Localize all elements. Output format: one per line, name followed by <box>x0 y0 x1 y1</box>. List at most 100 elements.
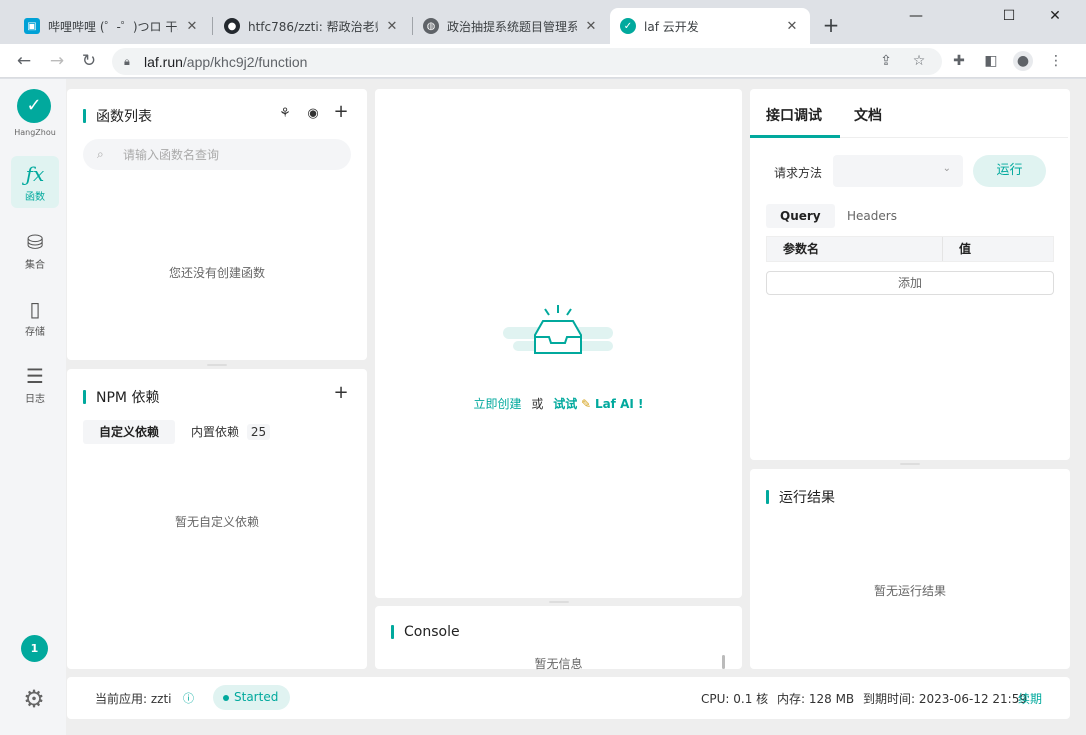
forward-icon[interactable]: → <box>45 49 69 73</box>
reload-icon[interactable]: ↻ <box>77 49 101 73</box>
laf-ai-link[interactable]: Laf AI ! <box>595 397 644 411</box>
ai-bot-icon[interactable]: ◉ <box>304 105 322 123</box>
back-icon[interactable]: ← <box>12 49 36 73</box>
tab-custom-deps[interactable]: 自定义依赖 <box>83 420 176 444</box>
resize-handle[interactable] <box>900 463 920 465</box>
add-function-icon[interactable]: + <box>332 103 350 121</box>
laf-app: ✓ HangZhou ƒx 函数 ⛁ 集合 ▯ 存储 ☰ 日志 1 ⚙ 函数列表 <box>0 79 1086 735</box>
console-scrollbar[interactable] <box>722 655 725 669</box>
function-search[interactable]: ⌕ <box>83 139 351 170</box>
database-icon: ⛁ <box>26 230 44 254</box>
browser-tab-zzti[interactable]: ◍ 政治抽提系统题目管理系统 ✕ <box>413 8 609 44</box>
address-bar[interactable]: 🔒︎ laf.run/app/khc9j2/function <box>112 48 942 75</box>
col-param-value: 值 <box>959 242 972 256</box>
url-host: laf.run <box>144 53 183 70</box>
close-tab-icon[interactable]: ✕ <box>184 19 200 34</box>
close-tab-icon[interactable]: ✕ <box>384 19 400 34</box>
current-app: 当前应用: zzti <box>95 692 172 706</box>
tab-docs[interactable]: 文档 <box>854 105 882 125</box>
debug-panel: 接口调试 文档 请求方法 ⌄ 运行 Query Headers 参数名 值 添加 <box>750 89 1070 465</box>
console-empty: 暂无信息 <box>534 657 583 671</box>
profile-icon[interactable]: ● <box>1013 51 1033 71</box>
active-tab-underline <box>750 135 840 138</box>
editor-panel: 立即创建 或 试试 ✎ Laf AI ! <box>375 89 742 603</box>
add-dependency-icon[interactable]: + <box>332 384 350 402</box>
close-window-icon[interactable]: ✕ <box>1045 6 1065 26</box>
bilibili-icon: ▣ <box>24 18 40 34</box>
col-param-name: 参数名 <box>767 237 943 261</box>
method-select[interactable]: ⌄ <box>833 155 963 187</box>
renew-link[interactable]: 续期 <box>1018 690 1042 707</box>
globe-icon: ◍ <box>423 18 439 34</box>
extensions-icon[interactable]: ✚ <box>949 51 969 71</box>
resize-handle[interactable] <box>549 601 569 603</box>
function-list-title: 函数列表 <box>83 106 152 126</box>
tab-query[interactable]: Query <box>766 204 835 228</box>
create-function-link[interactable]: 立即创建 <box>474 397 522 411</box>
menu-icon[interactable]: ⋮ <box>1046 51 1066 71</box>
left-nav: ✓ HangZhou ƒx 函数 ⛁ 集合 ▯ 存储 ☰ 日志 1 ⚙ <box>0 79 66 735</box>
minimize-icon[interactable]: — <box>906 6 926 26</box>
nav-item-collections[interactable]: ⛁ 集合 <box>11 224 59 276</box>
close-tab-icon[interactable]: ✕ <box>583 19 599 34</box>
laf-logo-icon[interactable]: ✓ <box>17 89 51 123</box>
settings-gear-icon[interactable]: ⚙ <box>20 685 48 713</box>
info-icon[interactable]: ⓘ <box>183 690 194 706</box>
browser-tab-laf[interactable]: ✓ laf 云开发 ✕ <box>610 8 810 44</box>
search-icon: ⌕ <box>97 147 104 161</box>
tab-strip: ▣ 哔哩哔哩 (゜-゜)つロ 干杯 ✕ ● htfc786/zzti: 帮政治老… <box>0 0 1086 46</box>
new-tab-icon[interactable]: + <box>820 14 842 36</box>
webhook-icon[interactable]: ⚘ <box>276 105 294 123</box>
share-icon[interactable]: ⇪ <box>876 51 896 71</box>
log-icon: ☰ <box>26 364 44 388</box>
lock-icon: 🔒︎ <box>124 54 130 68</box>
empty-box-illustration <box>503 305 613 354</box>
editor-empty-actions: 立即创建 或 试试 ✎ Laf AI ! <box>473 397 644 411</box>
status-bar: 当前应用: zzti ⓘ Started CPU: 0.1 核 内存: 128 … <box>67 677 1070 719</box>
console-title: Console <box>391 624 460 640</box>
params-table-header: 参数名 值 <box>766 236 1054 262</box>
method-label: 请求方法 <box>774 166 823 180</box>
maximize-icon[interactable]: ☐ <box>999 6 1019 26</box>
run-button[interactable]: 运行 <box>973 155 1046 187</box>
laf-icon: ✓ <box>620 18 636 34</box>
debug-tabs: 接口调试 文档 <box>750 89 1068 138</box>
side-panel-icon[interactable]: ◧ <box>981 51 1001 71</box>
expire-info: 到期时间: 2023-06-12 21:59 <box>863 692 1027 706</box>
user-avatar[interactable]: 1 <box>21 635 48 662</box>
url-path: /app/khc9j2/function <box>182 53 308 70</box>
status-badge: Started <box>213 685 291 710</box>
npm-title: NPM 依赖 <box>83 387 159 407</box>
try-ai-link[interactable]: 试试 <box>553 397 577 411</box>
chevron-down-icon: ⌄ <box>942 163 951 174</box>
ai-sparkle-icon: ✎ <box>581 397 592 411</box>
browser-toolbar: ← → ↻ 🔒︎ laf.run/app/khc9j2/function ⇪ ☆… <box>0 44 1086 78</box>
result-panel: 运行结果 暂无运行结果 <box>750 469 1070 669</box>
function-list-empty: 您还没有创建函数 <box>168 266 265 280</box>
tab-api-debug[interactable]: 接口调试 <box>766 105 822 125</box>
close-tab-icon[interactable]: ✕ <box>784 19 800 34</box>
nav-item-functions[interactable]: ƒx 函数 <box>11 156 59 208</box>
function-icon: ƒx <box>25 162 45 186</box>
status-dot <box>223 694 229 701</box>
browser-window: ▣ 哔哩哔哩 (゜-゜)つロ 干杯 ✕ ● htfc786/zzti: 帮政治老… <box>0 0 1086 735</box>
function-list-panel: 函数列表 ⚘ ◉ + ⌕ 您还没有创建函数 <box>67 89 367 366</box>
console-panel: Console 暂无信息 <box>375 606 742 671</box>
bookmark-star-icon[interactable]: ☆ <box>909 51 929 71</box>
browser-tab-bilibili[interactable]: ▣ 哔哩哔哩 (゜-゜)つロ 干杯 ✕ <box>14 8 210 44</box>
memory-info: 内存: 128 MB <box>777 692 855 706</box>
npm-empty: 暂无自定义依赖 <box>174 515 259 529</box>
add-param-button[interactable]: 添加 <box>766 271 1054 295</box>
tab-separator <box>212 17 213 35</box>
tab-headers[interactable]: Headers <box>839 204 905 228</box>
tab-builtin-deps[interactable]: 内置依赖 25 <box>183 420 278 444</box>
browser-tab-github[interactable]: ● htfc786/zzti: 帮政治老师 ✕ <box>214 8 410 44</box>
builtin-count-badge: 25 <box>246 424 271 440</box>
function-search-input[interactable] <box>123 147 323 162</box>
resize-handle[interactable] <box>207 364 227 366</box>
result-title: 运行结果 <box>766 487 835 507</box>
nav-item-storage[interactable]: ▯ 存储 <box>11 291 59 343</box>
cpu-info: CPU: 0.1 核 <box>701 692 769 706</box>
region-label: HangZhou <box>14 128 56 137</box>
nav-item-logs[interactable]: ☰ 日志 <box>11 358 59 410</box>
